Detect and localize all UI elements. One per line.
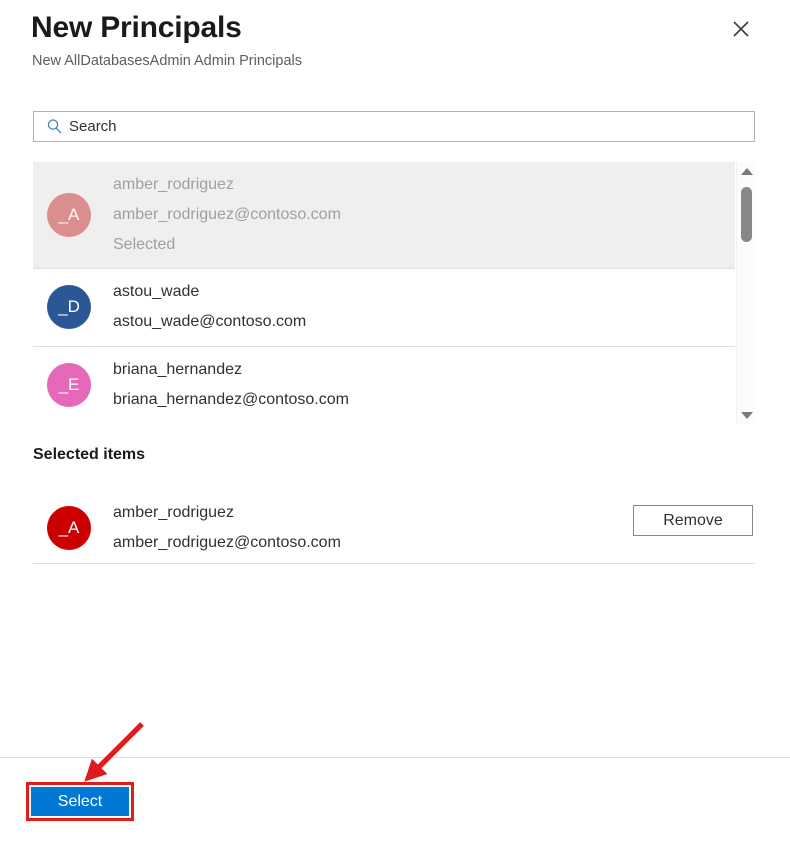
scroll-down-button[interactable] [737,406,756,424]
search-box[interactable] [33,111,755,142]
search-icon [39,112,69,141]
selected-item-text: amber_rodriguez amber_rodriguez@contoso.… [113,498,341,558]
chevron-up-icon [740,167,753,175]
list-item[interactable]: _D astou_wade astou_wade@contoso.com [33,268,735,346]
annotation-arrow [84,722,144,782]
page-subtitle: New AllDatabasesAdmin Admin Principals [32,53,302,69]
list-item-text: astou_wade astou_wade@contoso.com [113,277,306,337]
list-item[interactable]: _A amber_rodriguez amber_rodriguez@conto… [33,162,735,268]
list-item-text: amber_rodriguez amber_rodriguez@contoso.… [113,170,341,260]
person-email: amber_rodriguez@contoso.com [113,534,341,551]
avatar: _E [47,363,91,407]
person-email: briana_hernandez@contoso.com [113,391,349,408]
avatar: _D [47,285,91,329]
footer-divider [0,757,790,758]
selected-items-heading: Selected items [33,446,146,463]
avatar: _A [47,506,91,550]
person-email: astou_wade@contoso.com [113,313,307,330]
selected-item-row: _A amber_rodriguez amber_rodriguez@conto… [33,492,755,564]
people-list-viewport: _A amber_rodriguez amber_rodriguez@conto… [33,162,735,424]
chevron-down-icon [740,411,753,419]
panel-header: New Principals New AllDatabasesAdmin Adm… [0,0,790,90]
avatar: _A [47,193,91,237]
person-name: astou_wade [113,283,200,300]
people-picker-list: _A amber_rodriguez amber_rodriguez@conto… [33,162,755,424]
close-icon [732,20,750,38]
person-email: amber_rodriguez@contoso.com [113,206,341,223]
person-name: amber_rodriguez [113,504,234,521]
scrollbar-thumb[interactable] [741,187,752,242]
list-item-text: briana_hernandez briana_hernandez@contos… [113,355,349,415]
select-button[interactable]: Select [31,787,129,816]
search-input[interactable] [69,113,754,140]
person-name: amber_rodriguez [113,176,234,193]
person-name: briana_hernandez [113,361,242,378]
list-scrollbar[interactable] [736,162,755,424]
status-badge: Selected [113,236,176,253]
list-item[interactable]: _E briana_hernandez briana_hernandez@con… [33,346,735,424]
scroll-up-button[interactable] [737,162,756,180]
close-button[interactable] [725,13,757,45]
page-title: New Principals [31,11,242,44]
remove-button[interactable]: Remove [633,505,753,536]
